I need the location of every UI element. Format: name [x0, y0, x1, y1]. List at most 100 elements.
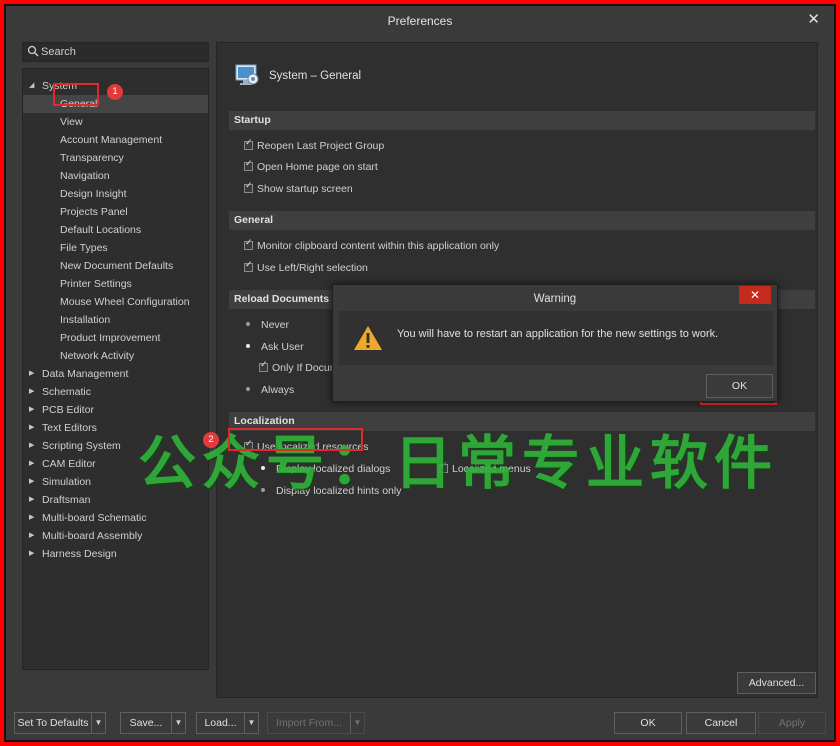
- option-label: Never: [261, 319, 290, 331]
- cancel-button[interactable]: Cancel: [686, 712, 756, 734]
- tree-item-navigation[interactable]: Navigation: [23, 167, 208, 185]
- tree-item-label: Multi-board Assembly: [42, 530, 143, 542]
- tree-item-label: New Document Defaults: [60, 260, 174, 272]
- collapse-arrow-icon[interactable]: ◢: [29, 77, 34, 95]
- tree-item-label: Navigation: [60, 170, 110, 182]
- warning-ok-button[interactable]: OK: [706, 374, 773, 398]
- checkbox-icon: [244, 181, 253, 193]
- radio-icon: [244, 320, 253, 329]
- save-label: Save...: [129, 717, 163, 729]
- tree-item-harness-design[interactable]: ▶ Harness Design: [23, 545, 208, 563]
- checkbox-icon: [259, 360, 268, 372]
- warning-dialog-title: Warning: [533, 293, 577, 305]
- close-icon[interactable]: ✕: [807, 10, 820, 28]
- warning-icon: [354, 326, 382, 350]
- tree-item-label: Transparency: [60, 152, 124, 164]
- tree-item-data-management[interactable]: ▶ Data Management: [23, 365, 208, 383]
- tree-item-schematic[interactable]: ▶ Schematic: [23, 383, 208, 401]
- option-label: Reopen Last Project Group: [257, 140, 385, 152]
- chevron-down-icon[interactable]: ▼: [244, 713, 258, 733]
- step-badge-1: 1: [107, 84, 123, 100]
- show-startup-screen-checkbox[interactable]: Show startup screen: [244, 181, 353, 195]
- reload-always-radio[interactable]: Always: [244, 384, 294, 396]
- general-section-header: General: [229, 211, 815, 230]
- ok-button[interactable]: OK: [614, 712, 682, 734]
- tree-item-label: Data Management: [42, 368, 129, 380]
- expand-arrow-icon[interactable]: ▶: [29, 527, 34, 545]
- expand-arrow-icon[interactable]: ▶: [29, 419, 34, 437]
- warning-dialog-body: You will have to restart an application …: [339, 311, 773, 365]
- expand-arrow-icon[interactable]: ▶: [29, 437, 34, 455]
- expand-arrow-icon[interactable]: ▶: [29, 509, 34, 527]
- search-icon: [27, 45, 39, 57]
- tree-item-file-types[interactable]: File Types: [23, 239, 208, 257]
- page-title: System – General: [269, 70, 362, 82]
- expand-arrow-icon[interactable]: ▶: [29, 491, 34, 509]
- tree-item-label: Mouse Wheel Configuration: [60, 296, 190, 308]
- tree-item-product-improvement[interactable]: Product Improvement: [23, 329, 208, 347]
- tree-item-label: Product Improvement: [60, 332, 161, 344]
- system-settings-icon: [235, 64, 259, 85]
- tree-item-label: Simulation: [42, 476, 92, 488]
- reopen-last-project-checkbox[interactable]: Reopen Last Project Group: [244, 138, 385, 152]
- tree-item-label: Network Activity: [60, 350, 135, 362]
- option-label: Ask User: [261, 341, 304, 353]
- load-button[interactable]: Load... ▼: [196, 712, 259, 734]
- reload-never-radio[interactable]: Never: [244, 319, 289, 331]
- left-right-selection-checkbox[interactable]: Use Left/Right selection: [244, 260, 368, 274]
- checkbox-icon: [244, 159, 253, 171]
- tree-item-default-locations[interactable]: Default Locations: [23, 221, 208, 239]
- tree-item-multi-board-schematic[interactable]: ▶ Multi-board Schematic: [23, 509, 208, 527]
- expand-arrow-icon[interactable]: ▶: [29, 545, 34, 563]
- expand-arrow-icon[interactable]: ▶: [29, 473, 34, 491]
- tree-item-mouse-wheel-configuration[interactable]: Mouse Wheel Configuration: [23, 293, 208, 311]
- expand-arrow-icon[interactable]: ▶: [29, 383, 34, 401]
- tree-item-network-activity[interactable]: Network Activity: [23, 347, 208, 365]
- tree-item-design-insight[interactable]: Design Insight: [23, 185, 208, 203]
- tree-item-projects-panel[interactable]: Projects Panel: [23, 203, 208, 221]
- search-input[interactable]: Search: [22, 42, 209, 62]
- warning-message: You will have to restart an application …: [397, 328, 719, 340]
- close-icon[interactable]: ✕: [739, 286, 771, 304]
- category-tree: ◢ System General View Account Management Tran…: [22, 68, 209, 670]
- chevron-down-icon[interactable]: ▼: [350, 713, 364, 733]
- advanced-button[interactable]: Advanced...: [737, 672, 816, 694]
- tree-item-label: Draftsman: [42, 494, 91, 506]
- chevron-down-icon[interactable]: ▼: [171, 713, 185, 733]
- save-button[interactable]: Save... ▼: [120, 712, 186, 734]
- warning-dialog: Warning ✕ You will have to restart an ap…: [332, 284, 778, 402]
- radio-icon: [244, 385, 253, 394]
- reload-ask-user-radio[interactable]: Ask User: [244, 341, 304, 353]
- tree-item-account-management[interactable]: Account Management: [23, 131, 208, 149]
- tree-item-label: Projects Panel: [60, 206, 128, 218]
- general-highlight-box: [53, 83, 99, 106]
- tree-item-installation[interactable]: Installation: [23, 311, 208, 329]
- checkbox-icon: [244, 260, 253, 272]
- expand-arrow-icon[interactable]: ▶: [29, 401, 34, 419]
- load-label: Load...: [204, 717, 237, 729]
- window-title: Preferences: [387, 14, 453, 28]
- search-placeholder: Search: [41, 46, 76, 58]
- option-label: Monitor clipboard content within this ap…: [257, 240, 500, 252]
- tree-item-view[interactable]: View: [23, 113, 208, 131]
- step-badge-2: 2: [203, 432, 219, 448]
- tree-item-label: CAM Editor: [42, 458, 96, 470]
- tree-item-label: View: [60, 116, 83, 128]
- expand-arrow-icon[interactable]: ▶: [29, 455, 34, 473]
- tree-item-label: Schematic: [42, 386, 92, 398]
- tree-item-new-document-defaults[interactable]: New Document Defaults: [23, 257, 208, 275]
- option-label: Use Left/Right selection: [257, 262, 368, 274]
- tree-item-label: Design Insight: [60, 188, 127, 200]
- expand-arrow-icon[interactable]: ▶: [29, 365, 34, 383]
- tree-item-printer-settings[interactable]: Printer Settings: [23, 275, 208, 293]
- set-to-defaults-button[interactable]: Set To Defaults ▼: [14, 712, 106, 734]
- apply-button[interactable]: Apply: [758, 712, 826, 734]
- monitor-clipboard-checkbox[interactable]: Monitor clipboard content within this ap…: [244, 238, 500, 252]
- title-bar: Preferences ✕: [6, 6, 834, 34]
- tree-item-multi-board-assembly[interactable]: ▶ Multi-board Assembly: [23, 527, 208, 545]
- localization-highlight-box: [228, 428, 363, 451]
- import-from-button[interactable]: Import From... ▼: [267, 712, 365, 734]
- tree-item-transparency[interactable]: Transparency: [23, 149, 208, 167]
- chevron-down-icon[interactable]: ▼: [91, 713, 105, 733]
- open-home-page-checkbox[interactable]: Open Home page on start: [244, 159, 378, 173]
